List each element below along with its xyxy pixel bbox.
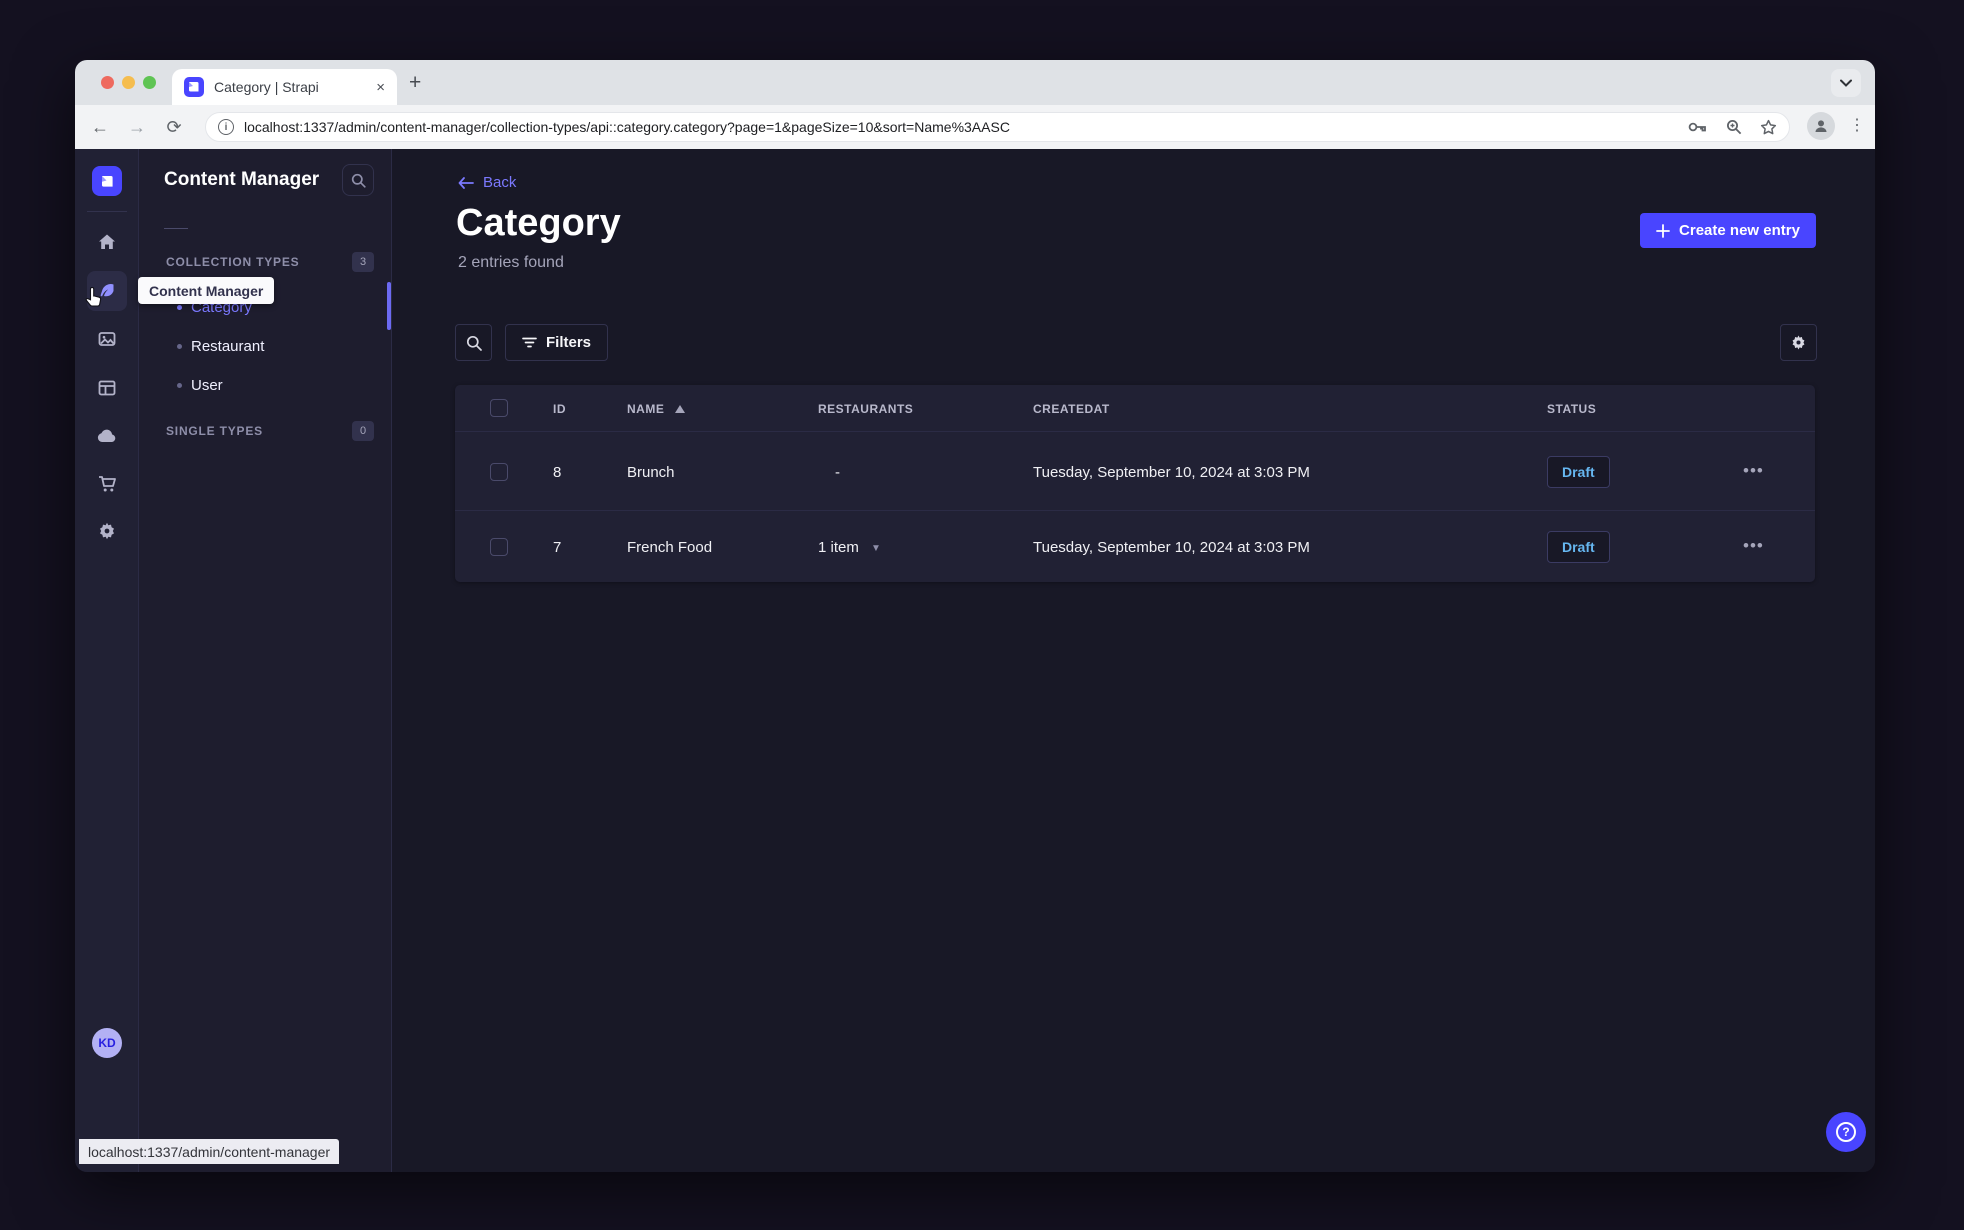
bullet-icon <box>177 305 182 310</box>
row-checkbox[interactable] <box>490 463 508 481</box>
media-library-icon[interactable] <box>87 319 127 359</box>
single-types-label: SINGLE TYPES <box>166 424 263 438</box>
maximize-window-button[interactable] <box>143 76 156 89</box>
collection-types-label: COLLECTION TYPES <box>166 255 300 269</box>
tab-strip: Category | Strapi × + <box>75 60 1875 105</box>
sort-asc-icon <box>675 405 686 413</box>
subnav-divider <box>164 228 188 229</box>
home-icon[interactable] <box>87 222 127 262</box>
select-all-checkbox[interactable] <box>490 399 508 417</box>
column-header-restaurants[interactable]: RESTAURANTS <box>818 402 913 416</box>
filters-button[interactable]: Filters <box>505 324 609 361</box>
cell-name: French Food <box>627 539 713 556</box>
table-search-button[interactable] <box>455 324 492 361</box>
single-types-count-badge: 0 <box>352 421 374 441</box>
marketplace-cart-icon[interactable] <box>87 464 127 504</box>
minimize-window-button[interactable] <box>122 76 135 89</box>
browser-profile-avatar[interactable] <box>1807 112 1835 140</box>
strapi-favicon-icon <box>184 77 204 97</box>
view-settings-gear-button[interactable] <box>1780 324 1817 361</box>
link-preview-statusbar: localhost:1337/admin/content-manager <box>79 1139 340 1164</box>
site-info-icon[interactable]: i <box>218 119 234 135</box>
cell-restaurants[interactable]: 1 item ▼ <box>818 539 881 556</box>
close-window-button[interactable] <box>101 76 114 89</box>
plus-icon <box>1656 223 1670 238</box>
column-header-id[interactable]: ID <box>553 402 566 416</box>
bullet-icon <box>177 383 182 388</box>
subnav-search-button[interactable] <box>342 164 374 196</box>
password-key-icon[interactable] <box>1688 120 1708 134</box>
entries-table: ID NAME RESTAURANTS CREATEDAT STATUS 8 B… <box>455 385 1815 582</box>
browser-menu-icon[interactable]: ⋮ <box>1849 118 1865 134</box>
page-title: Category <box>456 202 621 244</box>
main-content: Back Category 2 entries found Create new… <box>392 149 1875 1172</box>
table-row[interactable]: 7 French Food 1 item ▼ Tuesday, Septembe… <box>455 512 1815 582</box>
browser-toolbar: ← → ⟳ i localhost:1337/admin/content-man… <box>75 105 1875 149</box>
address-bar[interactable]: i localhost:1337/admin/content-manager/c… <box>205 112 1790 142</box>
mouse-cursor-hand-icon <box>85 287 102 307</box>
status-badge: Draft <box>1547 456 1610 488</box>
row-actions-icon[interactable]: ••• <box>1743 461 1764 481</box>
url-text: localhost:1337/admin/content-manager/col… <box>244 119 1010 135</box>
tab-search-button[interactable] <box>1831 69 1861 97</box>
question-mark-icon: ? <box>1836 1122 1856 1142</box>
chevron-down-icon: ▼ <box>871 543 881 554</box>
tab-title: Category | Strapi <box>214 79 319 95</box>
bookmark-star-icon[interactable] <box>1760 119 1777 136</box>
single-types-section: SINGLE TYPES 0 <box>166 421 374 441</box>
cell-createdat: Tuesday, September 10, 2024 at 3:03 PM <box>1033 464 1310 481</box>
tab-close-icon[interactable]: × <box>376 79 385 96</box>
zoom-icon[interactable] <box>1726 119 1742 135</box>
sidebar-item-restaurant[interactable]: Restaurant <box>139 327 391 366</box>
content-manager-tooltip: Content Manager <box>138 277 275 304</box>
cell-name: Brunch <box>627 464 675 481</box>
cell-id: 8 <box>553 464 562 481</box>
back-arrow-icon <box>458 176 474 189</box>
sidebar-item-user[interactable]: User <box>139 366 391 405</box>
subnav-title: Content Manager <box>164 169 320 190</box>
column-header-status[interactable]: STATUS <box>1547 402 1596 416</box>
cell-createdat: Tuesday, September 10, 2024 at 3:03 PM <box>1033 539 1310 556</box>
strapi-app: KD Content Manager COLLECTION TYPES 3 Ca… <box>75 149 1875 1172</box>
row-actions-icon[interactable]: ••• <box>1743 536 1764 556</box>
subnav-scrollbar[interactable] <box>387 282 391 330</box>
cell-restaurants: - <box>835 464 840 481</box>
status-badge: Draft <box>1547 531 1610 563</box>
new-tab-button[interactable]: + <box>409 72 421 93</box>
cell-id: 7 <box>553 539 562 556</box>
search-icon <box>466 335 482 351</box>
back-nav-icon[interactable]: ← <box>88 117 112 138</box>
collection-types-count-badge: 3 <box>352 252 374 272</box>
reload-icon[interactable]: ⟳ <box>162 117 186 138</box>
content-type-builder-icon[interactable] <box>87 368 127 408</box>
strapi-logo-icon[interactable] <box>92 166 122 196</box>
settings-gear-icon[interactable] <box>87 511 127 551</box>
filter-icon <box>522 337 537 348</box>
browser-tab[interactable]: Category | Strapi × <box>172 69 397 105</box>
gear-icon <box>1792 335 1805 350</box>
rail-divider <box>87 211 127 212</box>
person-icon <box>1815 120 1827 132</box>
content-manager-subnav: Content Manager COLLECTION TYPES 3 Categ… <box>138 149 392 1172</box>
table-row[interactable]: 8 Brunch - Tuesday, September 10, 2024 a… <box>455 433 1815 511</box>
row-checkbox[interactable] <box>490 538 508 556</box>
create-new-entry-button[interactable]: Create new entry <box>1640 213 1816 248</box>
entries-count: 2 entries found <box>458 254 564 271</box>
collection-types-section: COLLECTION TYPES 3 <box>166 252 374 272</box>
column-header-createdat[interactable]: CREATEDAT <box>1033 402 1110 416</box>
help-button[interactable]: ? <box>1826 1112 1866 1152</box>
user-avatar[interactable]: KD <box>92 1028 122 1058</box>
bullet-icon <box>177 344 182 349</box>
back-link[interactable]: Back <box>458 174 516 191</box>
cloud-icon[interactable] <box>87 416 127 456</box>
browser-window: Category | Strapi × + ← → ⟳ i localhost:… <box>75 60 1875 1172</box>
table-header-row: ID NAME RESTAURANTS CREATEDAT STATUS <box>455 385 1815 432</box>
nav-rail: KD <box>75 149 139 1172</box>
column-header-name[interactable]: NAME <box>627 402 686 416</box>
forward-nav-icon[interactable]: → <box>125 117 149 138</box>
search-icon <box>351 173 366 188</box>
